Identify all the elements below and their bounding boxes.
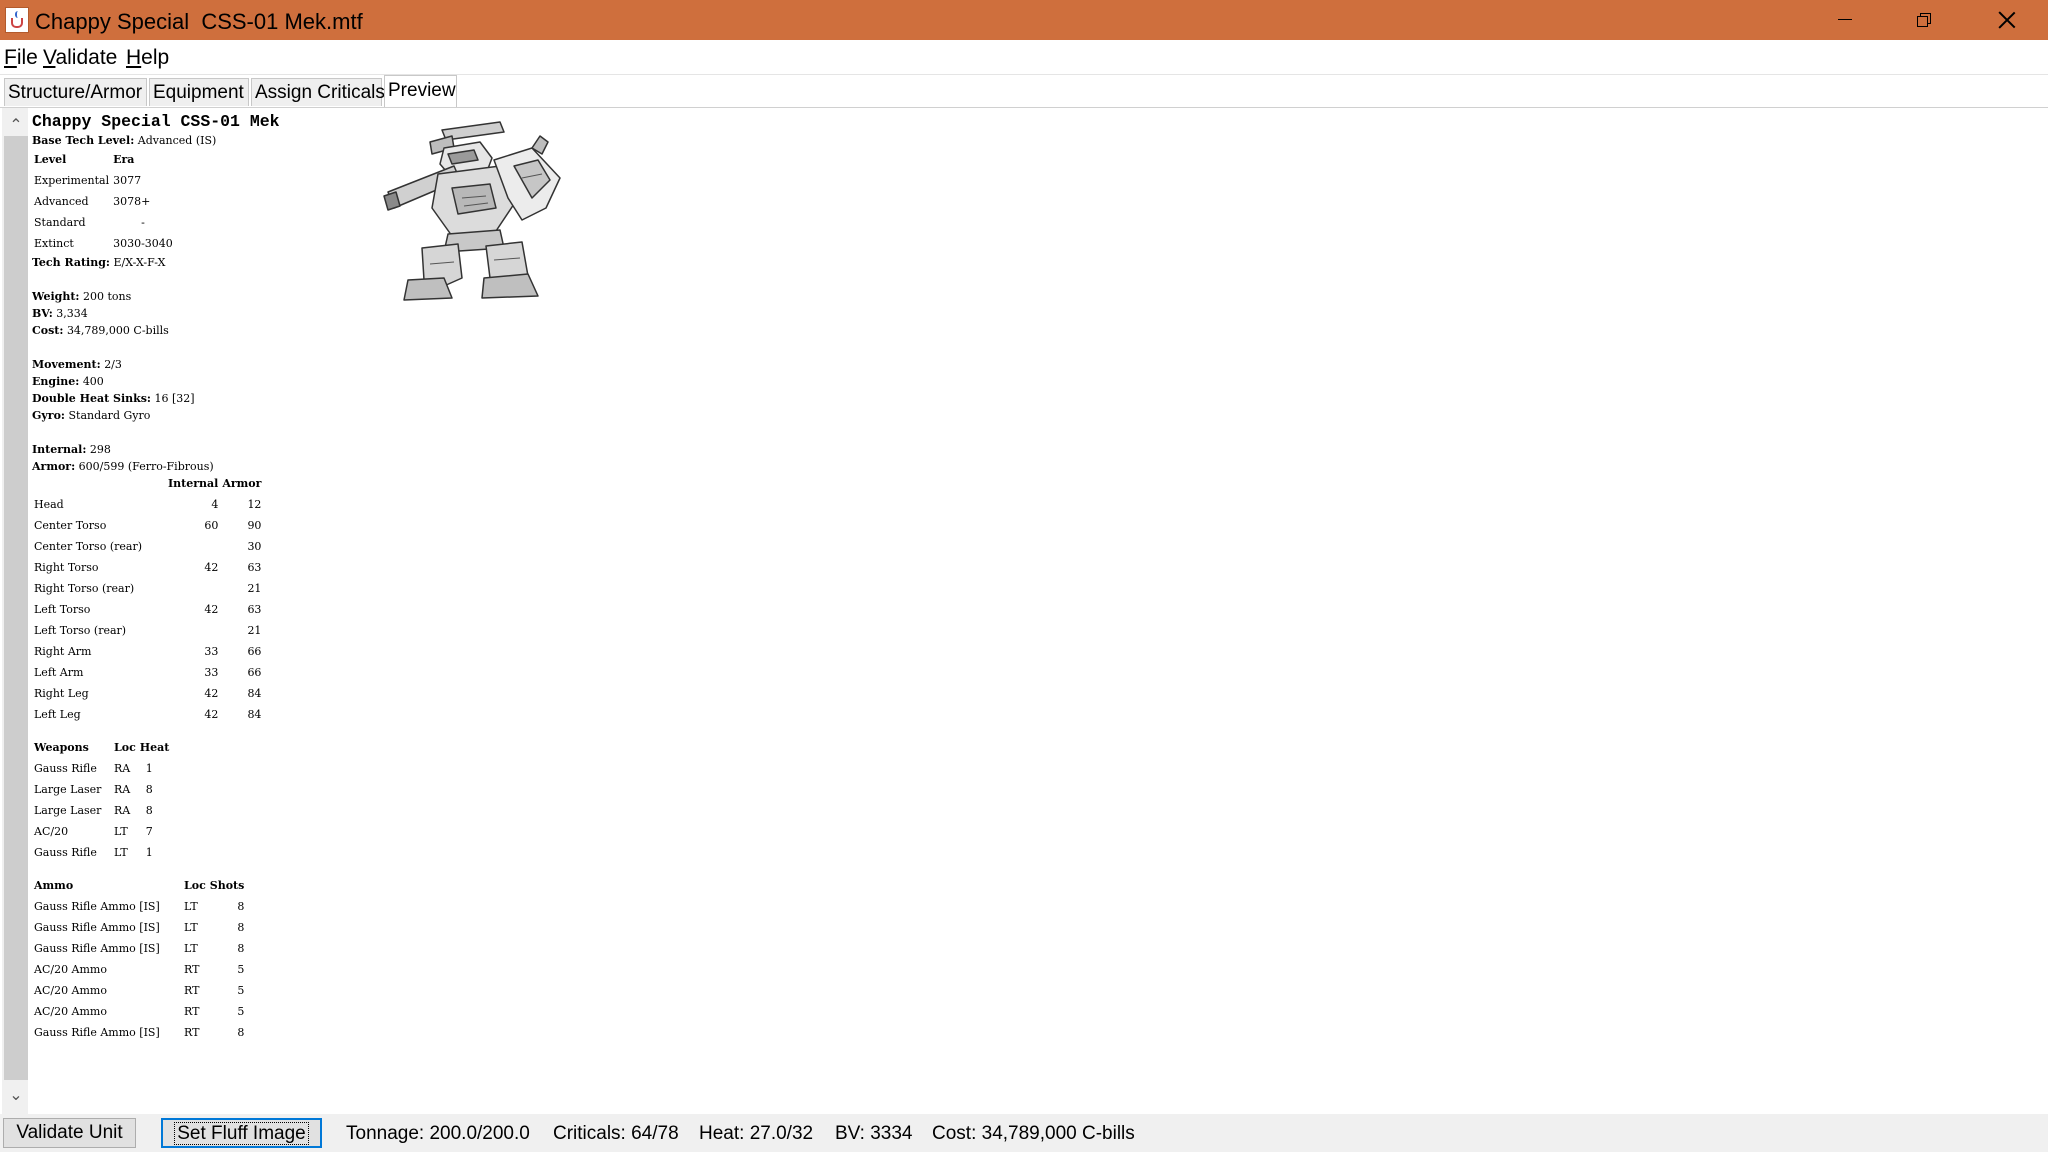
table-row: Head 4 12: [34, 498, 262, 511]
table-row: AC/20 Ammo RT 5: [34, 1005, 245, 1018]
tab-equipment[interactable]: Equipment: [149, 78, 249, 106]
table-row: Left Arm 33 66: [34, 666, 262, 679]
table-row: Left Leg 42 84: [34, 708, 262, 721]
heat-sinks: Double Heat Sinks: 16 [32]: [32, 392, 195, 405]
menu-file[interactable]: File: [4, 46, 38, 70]
table-row: AC/20 LT 7: [34, 825, 153, 838]
close-button[interactable]: [1966, 0, 2046, 40]
table-row: Center Torso 60 90: [34, 519, 262, 532]
table-row: Large Laser RA 8: [34, 783, 153, 796]
gyro: Gyro: Standard Gyro: [32, 409, 151, 422]
restore-button[interactable]: [1884, 0, 1964, 40]
scroll-up-chevron-icon[interactable]: ⌃: [4, 114, 28, 138]
internal-structure: Internal: 298: [32, 443, 111, 456]
cost: Cost: 34,789,000 C-bills: [32, 324, 169, 337]
table-row: Gauss Rifle RA 1: [34, 762, 153, 775]
scroll-down-chevron-icon[interactable]: ⌄: [4, 1084, 28, 1108]
java-app-icon: [5, 7, 29, 33]
cost-status: Cost: 34,789,000 C-bills: [932, 1123, 1135, 1144]
unit-readout: Chappy Special CSS-01 Mek Base Tech Leve…: [32, 112, 280, 1043]
table-row: Gauss Rifle LT 1: [34, 846, 153, 859]
table-row: Experimental 3077: [34, 174, 142, 187]
table-row: Right Torso (rear) 21: [34, 582, 262, 595]
tab-preview[interactable]: Preview: [384, 75, 457, 107]
minimize-icon: [1838, 19, 1852, 20]
minimize-button[interactable]: [1804, 0, 1884, 40]
bv-status: BV: 3334: [835, 1123, 913, 1144]
unit-name: Chappy Special CSS-01 Mek: [32, 112, 280, 131]
table-row: Right Torso 42 63: [34, 561, 262, 574]
table-row: Large Laser RA 8: [34, 804, 153, 817]
validate-unit-button[interactable]: Validate Unit: [3, 1118, 136, 1148]
table-row: Left Torso (rear) 21: [34, 624, 262, 637]
armor-table: Internal Armor Head 4 12 Center Torso 60 90 C…: [32, 473, 263, 725]
close-icon: [1998, 11, 2016, 29]
status-bar: Validate Unit Set Fluff Image Tonnage: 2…: [0, 1114, 2048, 1152]
base-tech-level: Base Tech Level: Advanced (IS): [32, 134, 217, 147]
set-fluff-image-button[interactable]: Set Fluff Image: [161, 1118, 322, 1148]
table-row: AC/20 Ammo RT 5: [34, 984, 245, 997]
table-row: Right Leg 42 84: [34, 687, 262, 700]
tab-bar: Structure/Armor Equipment Assign Critica…: [0, 75, 2048, 108]
ammo-table: Ammo Loc Shots Gauss Rifle Ammo [IS] LT 8 Ga…: [32, 875, 246, 1043]
menu-validate[interactable]: Validate: [43, 46, 117, 70]
table-row: Gauss Rifle Ammo [IS] LT 8: [34, 921, 245, 934]
table-row: Advanced 3078+: [34, 195, 151, 208]
table-row: Extinct 3030-3040: [34, 237, 173, 250]
title-bar: Chappy Special CSS-01 Mek.mtf: [0, 0, 2048, 40]
tonnage-status: Tonnage: 200.0/200.0: [346, 1123, 530, 1144]
tab-assign-criticals[interactable]: Assign Criticals: [251, 78, 385, 106]
tech-rating: Tech Rating: E/X-X-F-X: [32, 256, 166, 269]
table-row: Gauss Rifle Ammo [IS] LT 8: [34, 900, 245, 913]
tech-era-table: Level Era Experimental 3077 Advanced 3078+ …: [32, 149, 175, 254]
window-title: Chappy Special CSS-01 Mek.mtf: [35, 9, 363, 34]
preview-panel: ⌃ ⌄ Chappy Special CSS-01 Mek Base Tech …: [0, 108, 2048, 1114]
criticals-status: Criticals: 64/78: [553, 1123, 679, 1144]
vertical-scrollbar[interactable]: ⌃ ⌄: [2, 108, 28, 1114]
table-row: Gauss Rifle Ammo [IS] RT 8: [34, 1026, 245, 1039]
mech-fluff-image: [383, 121, 561, 301]
tab-structure-armor[interactable]: Structure/Armor: [4, 78, 147, 106]
movement: Movement: 2/3: [32, 358, 122, 371]
table-row: Center Torso (rear) 30: [34, 540, 262, 553]
table-row: Left Torso 42 63: [34, 603, 262, 616]
weight: Weight: 200 tons: [32, 290, 132, 303]
table-row: Gauss Rifle Ammo [IS] LT 8: [34, 942, 245, 955]
menu-bar: File Validate Help: [0, 40, 2048, 75]
heat-status: Heat: 27.0/32: [699, 1123, 814, 1144]
weapons-table: Weapons Loc Heat Gauss Rifle RA 1 Large Lase…: [32, 737, 171, 863]
table-row: AC/20 Ammo RT 5: [34, 963, 245, 976]
table-row: Standard -: [34, 216, 145, 229]
table-row: Right Arm 33 66: [34, 645, 262, 658]
scroll-thumb[interactable]: [4, 136, 28, 1080]
engine: Engine: 400: [32, 375, 104, 388]
battle-value: BV: 3,334: [32, 307, 88, 320]
menu-help[interactable]: Help: [126, 46, 169, 70]
